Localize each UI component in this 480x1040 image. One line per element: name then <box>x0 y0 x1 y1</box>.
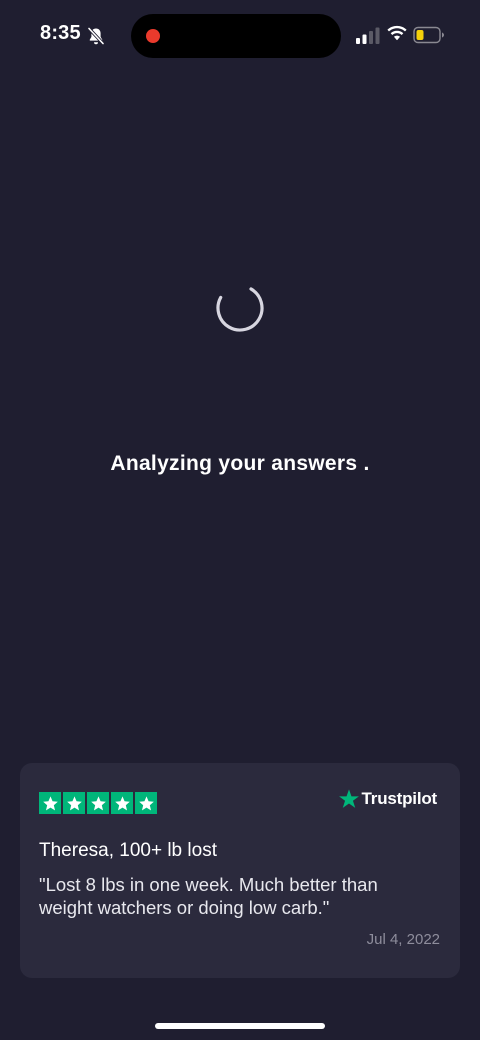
status-bar: 8:35 <box>0 0 480 72</box>
analyzing-message: Analyzing your answers . <box>110 452 370 475</box>
home-indicator[interactable] <box>155 1023 325 1029</box>
star-icon <box>135 792 157 814</box>
trustpilot-logo: Trustpilot <box>338 788 437 810</box>
rating-stars <box>39 792 157 814</box>
loading-spinner-icon <box>216 284 264 332</box>
dynamic-island <box>131 14 341 58</box>
signal-icon <box>356 27 380 44</box>
star-icon <box>87 792 109 814</box>
bell-slash-icon <box>87 26 105 46</box>
recording-indicator <box>146 29 160 43</box>
review-card: Trustpilot Theresa, 100+ lb lost "Lost 8… <box>20 763 460 978</box>
status-time: 8:35 <box>40 22 81 44</box>
battery-icon <box>413 26 444 44</box>
review-date: Jul 4, 2022 <box>366 931 440 948</box>
star-icon <box>39 792 61 814</box>
star-icon <box>111 792 133 814</box>
trustpilot-star-icon <box>338 789 359 808</box>
star-icon <box>63 792 85 814</box>
reviewer-name: Theresa, 100+ lb lost <box>39 840 217 861</box>
wifi-icon <box>387 25 407 41</box>
review-text: "Lost 8 lbs in one week. Much better tha… <box>39 874 378 918</box>
trustpilot-name: Trustpilot <box>361 789 438 808</box>
